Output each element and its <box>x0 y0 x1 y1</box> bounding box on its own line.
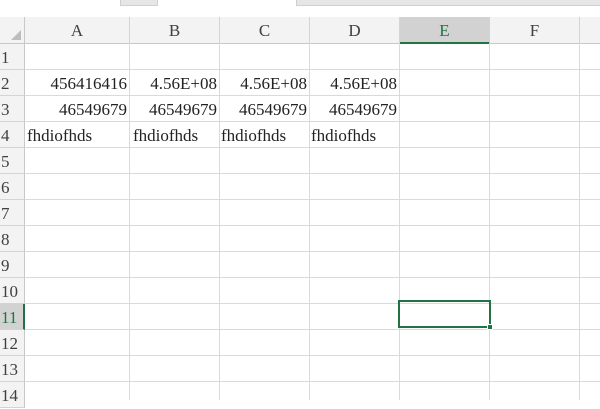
cell-c4[interactable]: fhdiofhds <box>220 122 310 148</box>
gridline <box>25 355 600 356</box>
row-header-11[interactable]: 11 <box>0 304 25 330</box>
cell-b4[interactable]: fhdiofhds <box>130 122 220 148</box>
column-header-d[interactable]: D <box>310 17 400 43</box>
column-header-g[interactable] <box>580 17 600 43</box>
row-header-5[interactable]: 5 <box>0 148 25 174</box>
cell-a3[interactable]: 46549679 <box>25 96 130 122</box>
row-header-1[interactable]: 1 <box>0 44 25 70</box>
column-header-b[interactable]: B <box>130 17 220 43</box>
column-header-f[interactable]: F <box>490 17 580 43</box>
column-header-c[interactable]: C <box>220 17 310 43</box>
cell-d3[interactable]: 46549679 <box>310 96 400 122</box>
cell-c3[interactable]: 46549679 <box>220 96 310 122</box>
gridline <box>25 251 600 252</box>
cell-d4[interactable]: fhdiofhds <box>310 122 400 148</box>
fill-handle[interactable] <box>487 324 493 330</box>
row-header-13[interactable]: 13 <box>0 356 25 382</box>
row-header-12[interactable]: 12 <box>0 330 25 356</box>
gridline <box>25 329 600 330</box>
cell-c2[interactable]: 4.56E+08 <box>220 70 310 96</box>
gridline <box>25 225 600 226</box>
gridline <box>25 381 600 382</box>
active-cell-e11[interactable] <box>398 300 491 328</box>
row-header-10[interactable]: 10 <box>0 278 25 304</box>
row-header-8[interactable]: 8 <box>0 226 25 252</box>
sheet-tab[interactable] <box>120 0 158 6</box>
row-header-3[interactable]: 3 <box>0 96 25 122</box>
sheet-tab[interactable] <box>296 0 600 6</box>
row-header-14[interactable]: 14 <box>0 382 25 408</box>
row-header-9[interactable]: 9 <box>0 252 25 278</box>
cell-a4[interactable]: fhdiofhds <box>25 122 130 148</box>
row-header-2[interactable]: 2 <box>0 70 25 96</box>
gridline <box>25 173 600 174</box>
cell-b3[interactable]: 46549679 <box>130 96 220 122</box>
gridline <box>25 199 600 200</box>
sheet-tab-strip <box>0 0 600 17</box>
column-header-a[interactable]: A <box>25 17 130 43</box>
gridline <box>25 277 600 278</box>
row-header-4[interactable]: 4 <box>0 122 25 148</box>
select-all-button[interactable] <box>0 17 25 43</box>
spreadsheet-grid[interactable]: A B C D E F 1 2 3 4 5 6 7 8 9 10 11 12 1… <box>0 17 600 408</box>
cell-d2[interactable]: 4.56E+08 <box>310 70 400 96</box>
row-header-7[interactable]: 7 <box>0 200 25 226</box>
cell-a2[interactable]: 456416416 <box>25 70 130 96</box>
row-header-6[interactable]: 6 <box>0 174 25 200</box>
select-all-triangle-icon <box>11 30 21 40</box>
gridline <box>579 43 580 400</box>
column-header-e[interactable]: E <box>400 17 490 44</box>
cell-b2[interactable]: 4.56E+08 <box>130 70 220 96</box>
gridline <box>489 43 490 400</box>
gridline <box>25 303 600 304</box>
